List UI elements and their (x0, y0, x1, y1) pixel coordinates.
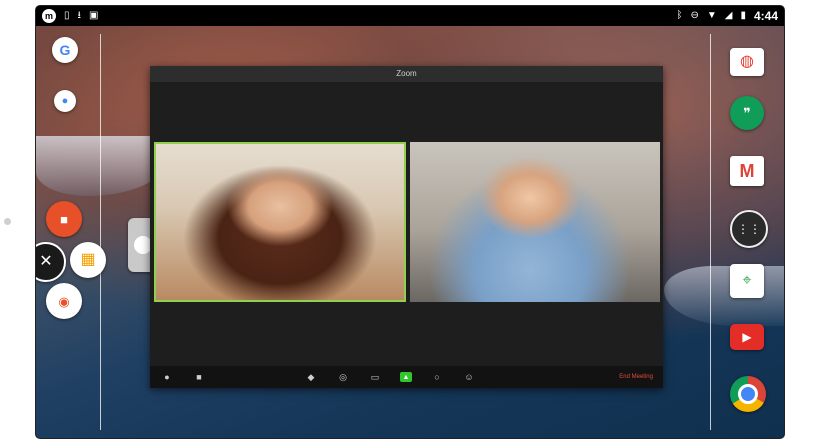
app-drawer-icon[interactable]: ⋮⋮ (730, 210, 768, 248)
share-screen-icon[interactable]: ▲ (400, 372, 412, 382)
signal-icon: ◢ (724, 10, 733, 21)
google-search-icon[interactable]: G (52, 37, 78, 63)
video-camera-icon[interactable]: ■ (46, 201, 82, 237)
bluetooth-icon: ᛒ (676, 10, 683, 21)
page-indicator-dot (4, 218, 11, 225)
participant-1-video (156, 144, 404, 300)
clipboard-icon: ▣ (89, 10, 99, 21)
apps-grid-icon[interactable]: ▦ (70, 242, 106, 278)
record-icon[interactable]: ○ (430, 370, 444, 384)
security-icon[interactable]: ◆ (304, 370, 318, 384)
status-bar: m ▯ ⭳ ▣ ᛒ ⊖ ▼ ◢ ▮ 4:44 (36, 6, 784, 26)
mute-icon[interactable]: ● (160, 370, 174, 384)
hangouts-icon[interactable]: ❞ (730, 96, 764, 130)
microphone-icon[interactable]: ● (54, 90, 76, 112)
end-meeting-button[interactable]: End Meeting (619, 374, 653, 380)
status-time: 4:44 (753, 9, 778, 23)
zoom-window: Zoom ● ■ ◆ ◎ ▭ ▲ ○ ☺ End Meeting (150, 66, 663, 388)
app-m-icon: m (42, 9, 56, 23)
reactions-icon[interactable]: ☺ (462, 370, 476, 384)
video-toggle-icon[interactable]: ■ (192, 370, 206, 384)
zoom-toolbar: ● ■ ◆ ◎ ▭ ▲ ○ ☺ End Meeting (150, 366, 663, 388)
chrome-center-icon (738, 384, 758, 404)
video-tile-participant-1[interactable] (154, 142, 406, 302)
wallpaper-wave (36, 136, 166, 196)
left-dock-line (100, 34, 101, 430)
zoom-title-bar: Zoom (150, 66, 663, 82)
download-icon: ⭳ (77, 10, 82, 21)
youtube-icon[interactable]: ▶ (730, 324, 764, 350)
gmail-icon[interactable]: M (730, 156, 764, 186)
video-tile-participant-2[interactable] (410, 142, 660, 302)
do-not-disturb-icon: ⊖ (690, 10, 699, 21)
wifi-icon: ▼ (706, 10, 717, 21)
maps-icon[interactable]: ⌖ (730, 264, 764, 298)
chrome-web-icon[interactable]: ◍ (730, 48, 764, 76)
battery-icon: ▮ (740, 10, 746, 21)
camera-icon[interactable]: ◉ (46, 283, 82, 319)
wallpaper-wave-right (664, 266, 784, 326)
phone-icon: ▯ (64, 10, 70, 21)
participant-2-video (410, 142, 660, 302)
android-device-screen: m ▯ ⭳ ▣ ᛒ ⊖ ▼ ◢ ▮ 4:44 G ● ■ ✕ ▦ ◉ Zoom … (36, 6, 784, 438)
chrome-icon[interactable] (730, 376, 766, 412)
chat-icon[interactable]: ▭ (368, 370, 382, 384)
participants-icon[interactable]: ◎ (336, 370, 350, 384)
right-dock-line (710, 34, 711, 430)
